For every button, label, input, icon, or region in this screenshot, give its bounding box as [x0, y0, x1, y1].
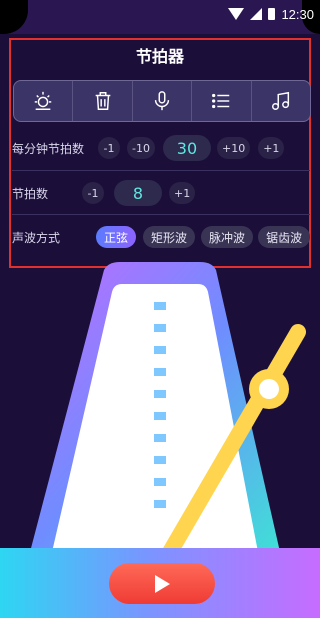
play-icon: [155, 574, 170, 593]
wave-option-sine[interactable]: 正弦: [96, 226, 137, 248]
microphone-button[interactable]: [133, 81, 193, 121]
bpm-minus-10-button[interactable]: -10: [127, 137, 155, 159]
divider: [12, 170, 310, 171]
toolbar: [13, 80, 311, 122]
battery-icon: [268, 8, 276, 20]
list-button[interactable]: [192, 81, 252, 121]
status-bar: 12:30: [228, 5, 314, 23]
music-note-icon: [271, 91, 289, 110]
wave-option-sawtooth[interactable]: 锯齿波: [258, 226, 311, 248]
signal-icon: [250, 8, 263, 20]
trash-icon: [95, 92, 110, 110]
beats-row: 节拍数 -1 8 +1: [12, 180, 312, 206]
wave-option-square[interactable]: 矩形波: [143, 226, 196, 248]
bpm-minus-1-button[interactable]: -1: [98, 137, 121, 159]
microphone-icon: [154, 91, 170, 111]
page-title: 节拍器: [135, 47, 184, 66]
sun-icon: [34, 91, 52, 110]
music-button[interactable]: [252, 81, 310, 121]
bpm-plus-10-button[interactable]: +10: [216, 137, 251, 159]
wifi-icon: [228, 8, 245, 20]
play-button[interactable]: [109, 563, 215, 604]
metronome-illustration: [30, 262, 306, 560]
delete-button[interactable]: [73, 81, 133, 121]
beats-value[interactable]: 8: [114, 180, 163, 206]
bpm-value[interactable]: 30: [162, 135, 211, 161]
wave-option-pulse[interactable]: 脉冲波: [201, 226, 254, 248]
wave-row: 声波方式 正弦 矩形波 脉冲波 锯齿波: [12, 226, 312, 248]
list-icon: [212, 93, 230, 109]
status-time: 12:30: [281, 6, 314, 22]
bpm-plus-1-button[interactable]: +1: [258, 137, 285, 159]
brightness-button[interactable]: [14, 81, 74, 121]
beats-plus-1-button[interactable]: +1: [169, 182, 196, 204]
bpm-row: 每分钟节拍数 -1 -10 30 +10 +1: [12, 135, 312, 161]
beats-label: 节拍数: [12, 186, 49, 201]
beats-minus-1-button[interactable]: -1: [82, 182, 105, 204]
bpm-label: 每分钟节拍数: [12, 141, 85, 156]
divider: [12, 214, 310, 215]
wave-label: 声波方式: [12, 230, 61, 245]
